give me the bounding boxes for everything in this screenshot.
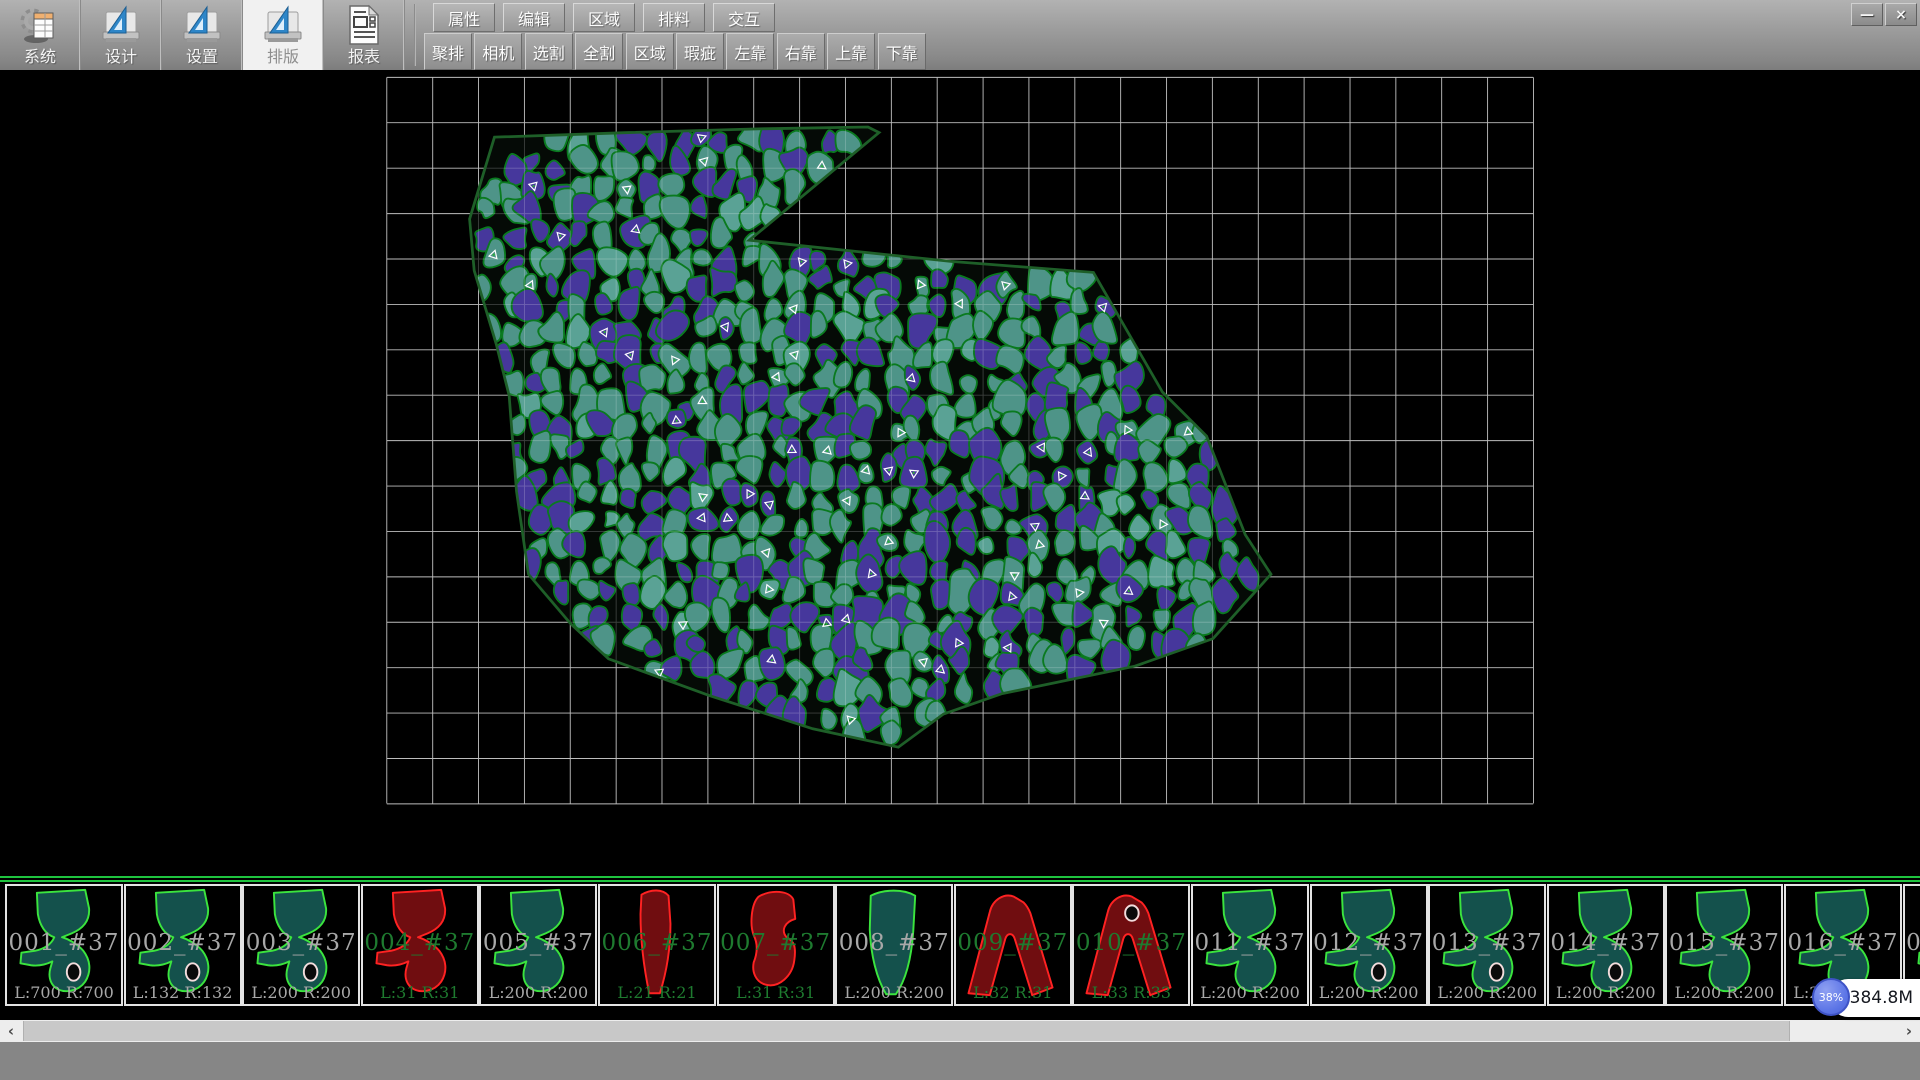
scroll-right-arrow-icon[interactable]: ›: [1898, 1020, 1920, 1042]
nav-button-settings[interactable]: 设置: [162, 0, 243, 70]
close-button[interactable]: ×: [1885, 3, 1917, 26]
tool-button-5[interactable]: 区域: [626, 33, 674, 70]
part-shape: [1314, 887, 1420, 1001]
part-thumbnail-013_#37[interactable]: 013_#37L:200 R:200: [1428, 884, 1546, 1006]
part-thumbnail-015_#37[interactable]: 015_#37L:200 R:200: [1665, 884, 1783, 1006]
tool-button-7[interactable]: 左靠: [726, 33, 774, 70]
progress-circle: 38%: [1812, 978, 1850, 1016]
nav-button-layout[interactable]: 排版: [243, 0, 324, 70]
menu-tab-1[interactable]: 属性: [433, 3, 495, 32]
tool-button-2[interactable]: 相机: [474, 33, 522, 70]
nav-label-layout: 排版: [267, 47, 299, 67]
menu-tab-2[interactable]: 编辑: [503, 3, 565, 32]
part-thumbnail-008_#37[interactable]: 008_#37L:200 R:200: [835, 884, 953, 1006]
horizontal-scrollbar[interactable]: ‹ ›: [0, 1020, 1920, 1042]
memory-value: 384.8M: [1850, 979, 1913, 1017]
menu-tab-4[interactable]: 排料: [643, 3, 705, 32]
scrollbar-thumb[interactable]: [23, 1021, 1790, 1041]
nav-button-system[interactable]: 系统: [0, 0, 81, 70]
nav-label-system: 系统: [24, 47, 56, 67]
part-thumbnail-002_#37[interactable]: 002_#37L:132 R:132: [124, 884, 242, 1006]
system-icon: [18, 3, 62, 47]
ruler-icon: [180, 3, 224, 47]
app-window: 系统设计设置排版报表 属性编辑区域排料交互 聚排相机选割全割区域瑕疵左靠右靠上靠…: [0, 0, 1920, 1080]
part-thumbnail-007_#37[interactable]: 007_#37L:31 R:31: [717, 884, 835, 1006]
window-bottom-chrome: [0, 1042, 1920, 1080]
part-shape: [483, 887, 589, 1001]
ruler-icon: [99, 3, 143, 47]
part-shape: [9, 887, 115, 1001]
status-badge[interactable]: 384.8M 38%: [1812, 978, 1920, 1018]
nav-label-settings: 设置: [186, 47, 218, 67]
part-thumbnail-011_#37[interactable]: 011_#37L:200 R:200: [1191, 884, 1309, 1006]
part-shape: [721, 887, 827, 1001]
nav-label-design: 设计: [105, 47, 137, 67]
strip-accent-line: [0, 880, 1920, 882]
part-thumbnail-010_#37[interactable]: 010_#37L:33 R:33: [1072, 884, 1190, 1006]
part-thumbnail-003_#37[interactable]: 003_#37L:200 R:200: [242, 884, 360, 1006]
toolbar-divider: [414, 4, 416, 66]
ruler-icon: [261, 3, 305, 47]
part-shape: [128, 887, 234, 1001]
part-shape: [246, 887, 352, 1001]
minimize-icon: —: [1860, 7, 1874, 23]
part-shape: [602, 887, 708, 1001]
part-thumbnail-001_#37[interactable]: 001_#37L:700 R:700: [5, 884, 123, 1006]
tool-button-3[interactable]: 选割: [525, 33, 573, 70]
tool-button-10[interactable]: 下靠: [878, 33, 926, 70]
part-shape: [365, 887, 471, 1001]
progress-percent: 38%: [1819, 991, 1843, 1004]
canvas-svg[interactable]: [0, 70, 1920, 876]
close-icon: ×: [1895, 7, 1907, 23]
tool-button-8[interactable]: 右靠: [777, 33, 825, 70]
nav-button-design[interactable]: 设计: [81, 0, 162, 70]
part-thumbnail-004_#37[interactable]: 004_#37L:31 R:31: [361, 884, 479, 1006]
nav-button-report[interactable]: 报表: [324, 0, 405, 70]
parts-thumbnail-strip: 001_#37L:700 R:700002_#37L:132 R:132003_…: [0, 876, 1920, 1020]
part-shape: [839, 887, 945, 1001]
part-thumbnail-005_#37[interactable]: 005_#37L:200 R:200: [479, 884, 597, 1006]
part-thumbnail-006_#37[interactable]: 006_#37L:21 R:21: [598, 884, 716, 1006]
menu-tab-5[interactable]: 交互: [713, 3, 775, 32]
part-thumbnail-012_#37[interactable]: 012_#37L:200 R:200: [1310, 884, 1428, 1006]
report-doc-icon: [342, 3, 386, 47]
part-thumbnail-009_#37[interactable]: 009_#37L:32 R:31: [954, 884, 1072, 1006]
part-thumbnail-014_#37[interactable]: 014_#37L:200 R:200: [1547, 884, 1665, 1006]
part-shape: [1195, 887, 1301, 1001]
tool-button-6[interactable]: 瑕疵: [676, 33, 724, 70]
part-shape: [1551, 887, 1657, 1001]
strip-accent-line: [0, 876, 1920, 878]
tool-button-9[interactable]: 上靠: [827, 33, 875, 70]
tool-button-4[interactable]: 全割: [575, 33, 623, 70]
thumbnail-cells: 001_#37L:700 R:700002_#37L:132 R:132003_…: [0, 884, 1920, 1006]
main-toolbar: 系统设计设置排版报表 属性编辑区域排料交互 聚排相机选割全割区域瑕疵左靠右靠上靠…: [0, 0, 1920, 71]
nav-label-report: 报表: [348, 47, 380, 67]
menu-tab-3[interactable]: 区域: [573, 3, 635, 32]
part-shape: [1432, 887, 1538, 1001]
nesting-canvas[interactable]: [0, 70, 1920, 876]
scroll-left-arrow-icon[interactable]: ‹: [0, 1020, 22, 1042]
part-shape: [1076, 887, 1182, 1001]
tool-button-1[interactable]: 聚排: [424, 33, 472, 70]
part-shape: [958, 887, 1064, 1001]
minimize-button[interactable]: —: [1851, 3, 1883, 26]
part-shape: [1669, 887, 1775, 1001]
